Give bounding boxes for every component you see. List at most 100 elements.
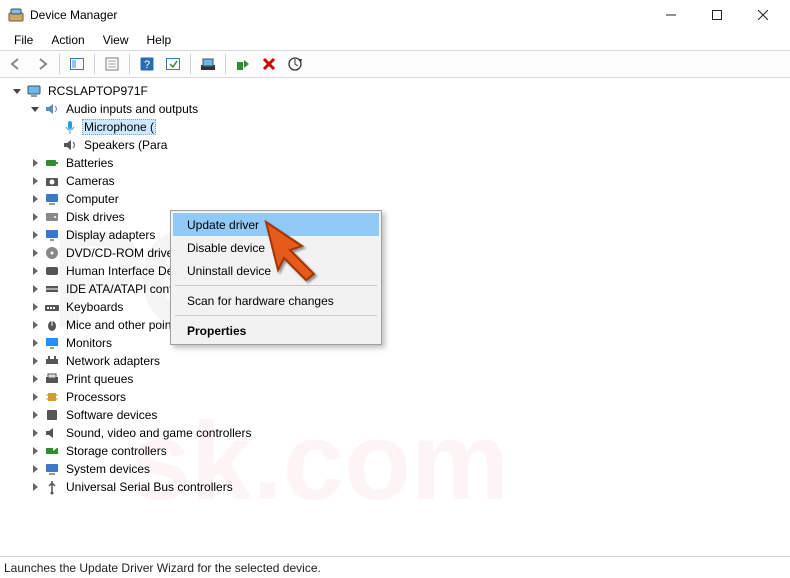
tree-category-display[interactable]: Display adapters — [6, 226, 790, 244]
context-menu-uninstall-device[interactable]: Uninstall device — [173, 259, 379, 282]
tree-category-label: Disk drives — [64, 210, 127, 224]
device-tree[interactable]: PC sk.com RCSLAPTOP971F Audio inputs and… — [0, 78, 790, 556]
menu-view[interactable]: View — [95, 32, 137, 48]
expander-icon[interactable] — [28, 390, 42, 404]
statusbar-text: Launches the Update Driver Wizard for th… — [4, 561, 321, 575]
maximize-button[interactable] — [694, 0, 740, 30]
tree-category-mice[interactable]: Mice and other pointing devices — [6, 316, 790, 334]
expander-icon[interactable] — [28, 228, 42, 242]
expander-icon[interactable] — [28, 282, 42, 296]
menubar: File Action View Help — [0, 30, 790, 50]
display-icon — [44, 227, 60, 243]
expander-icon[interactable] — [28, 300, 42, 314]
toolbar: ? — [0, 50, 790, 78]
tree-category-label: Print queues — [64, 372, 135, 386]
tree-category-softwaredev[interactable]: Software devices — [6, 406, 790, 424]
expander-icon[interactable] — [28, 246, 42, 260]
tree-item-label: Speakers (Para — [82, 138, 169, 152]
processors-icon — [44, 389, 60, 405]
expander-icon[interactable] — [10, 84, 24, 98]
speaker-icon — [62, 137, 78, 153]
tree-category-system[interactable]: System devices — [6, 460, 790, 478]
tree-category-label: Computer — [64, 192, 121, 206]
tree-category-label: Cameras — [64, 174, 117, 188]
properties-button[interactable] — [100, 52, 124, 76]
tree-category-keyboards[interactable]: Keyboards — [6, 298, 790, 316]
tree-category-monitors[interactable]: Monitors — [6, 334, 790, 352]
keyboards-icon — [44, 299, 60, 315]
context-menu-update-driver[interactable]: Update driver — [173, 213, 379, 236]
tree-category-audio[interactable]: Audio inputs and outputs — [6, 100, 790, 118]
batteries-icon — [44, 155, 60, 171]
context-menu-item-label: Disable device — [187, 241, 265, 255]
expander-icon[interactable] — [28, 174, 42, 188]
show-hide-tree-button[interactable] — [65, 52, 89, 76]
tree-category-sound[interactable]: Sound, video and game controllers — [6, 424, 790, 442]
close-button[interactable] — [740, 0, 786, 30]
expander-icon[interactable] — [28, 426, 42, 440]
context-menu-item-label: Update driver — [187, 218, 259, 232]
tree-category-storage[interactable]: Storage controllers — [6, 442, 790, 460]
action-icon-button[interactable] — [161, 52, 185, 76]
expander-icon[interactable] — [28, 192, 42, 206]
expander-icon[interactable] — [28, 102, 42, 116]
context-menu-properties[interactable]: Properties — [173, 319, 379, 342]
context-menu-scan-hardware[interactable]: Scan for hardware changes — [173, 289, 379, 312]
tree-item-speakers[interactable]: Speakers (Para — [6, 136, 790, 154]
expander-icon[interactable] — [28, 156, 42, 170]
expander-icon[interactable] — [28, 354, 42, 368]
tree-category-computer[interactable]: Computer — [6, 190, 790, 208]
app-icon — [8, 7, 24, 23]
context-menu-disable-device[interactable]: Disable device — [173, 236, 379, 259]
tree-category-label: Universal Serial Bus controllers — [64, 480, 235, 494]
menu-file[interactable]: File — [6, 32, 41, 48]
expander-icon[interactable] — [28, 372, 42, 386]
tree-category-netadapters[interactable]: Network adapters — [6, 352, 790, 370]
diskdrives-icon — [44, 209, 60, 225]
tree-category-diskdrives[interactable]: Disk drives — [6, 208, 790, 226]
expander-icon[interactable] — [28, 210, 42, 224]
expander-icon[interactable] — [28, 408, 42, 422]
tree-category-ide[interactable]: IDE ATA/ATAPI controllers — [6, 280, 790, 298]
ide-icon — [44, 281, 60, 297]
titlebar[interactable]: Device Manager — [0, 0, 790, 30]
tree-root[interactable]: RCSLAPTOP971F — [6, 82, 790, 100]
tree-category-batteries[interactable]: Batteries — [6, 154, 790, 172]
back-button[interactable] — [4, 52, 28, 76]
uninstall-device-button[interactable] — [257, 52, 281, 76]
tree-category-label: Keyboards — [64, 300, 125, 314]
tree-item-microphone[interactable]: Microphone ( — [6, 118, 790, 136]
microphone-icon — [62, 119, 78, 135]
tree-category-processors[interactable]: Processors — [6, 388, 790, 406]
help-button[interactable]: ? — [135, 52, 159, 76]
system-icon — [44, 461, 60, 477]
scan-hardware-button[interactable] — [283, 52, 307, 76]
expander-icon[interactable] — [28, 264, 42, 278]
menu-help[interactable]: Help — [139, 32, 180, 48]
tree-category-cameras[interactable]: Cameras — [6, 172, 790, 190]
tree-category-usb[interactable]: Universal Serial Bus controllers — [6, 478, 790, 496]
tree-category-label: System devices — [64, 462, 152, 476]
expander-icon[interactable] — [28, 318, 42, 332]
computer-icon — [26, 83, 42, 99]
expander-icon[interactable] — [28, 480, 42, 494]
tree-category-label: Network adapters — [64, 354, 162, 368]
expander-icon[interactable] — [28, 444, 42, 458]
expander-icon[interactable] — [28, 336, 42, 350]
menu-action[interactable]: Action — [43, 32, 92, 48]
tree-category-dvd[interactable]: DVD/CD-ROM drives — [6, 244, 790, 262]
context-menu-separator — [175, 285, 377, 286]
expander-icon[interactable] — [28, 462, 42, 476]
tree-category-printqueues[interactable]: Print queues — [6, 370, 790, 388]
minimize-button[interactable] — [648, 0, 694, 30]
update-driver-button[interactable] — [196, 52, 220, 76]
tree-category-hid[interactable]: Human Interface Devices — [6, 262, 790, 280]
enable-device-button[interactable] — [231, 52, 255, 76]
usb-icon — [44, 479, 60, 495]
context-menu-item-label: Properties — [187, 324, 246, 338]
statusbar: Launches the Update Driver Wizard for th… — [0, 556, 790, 578]
forward-button[interactable] — [30, 52, 54, 76]
softwaredev-icon — [44, 407, 60, 423]
tree-category-label: Sound, video and game controllers — [64, 426, 253, 440]
tree-category-label: Processors — [64, 390, 128, 404]
